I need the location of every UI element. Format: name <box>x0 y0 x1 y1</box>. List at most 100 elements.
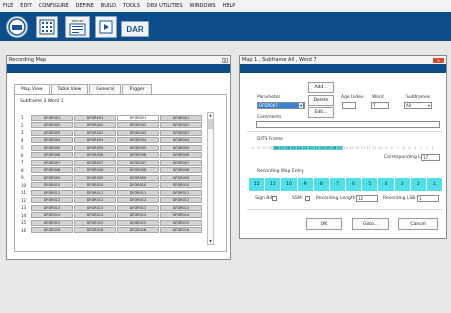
entry-bit[interactable]: 3 <box>394 178 410 191</box>
map-cell[interactable]: DFDR016 <box>74 227 116 234</box>
map-cell[interactable]: DFDR011 <box>117 189 159 196</box>
map-cell[interactable]: DFDR015 <box>117 219 159 226</box>
tab-map-view[interactable]: Map View <box>14 84 50 94</box>
map-cell[interactable]: DFDR004 <box>117 137 159 144</box>
recording-length-field[interactable]: 12 <box>356 195 378 202</box>
map-cell[interactable]: DFDR005 <box>74 144 116 151</box>
entry-bit[interactable]: 5 <box>362 178 378 191</box>
word-field[interactable]: 7 <box>371 102 389 109</box>
entry-bit[interactable]: 7 <box>329 178 346 191</box>
map-cell[interactable]: DFDR005 <box>160 144 202 151</box>
entry-bit[interactable]: 4 <box>378 178 394 191</box>
entry-bit[interactable]: 1 <box>426 178 443 191</box>
tab-general[interactable]: General <box>89 84 122 94</box>
map-cell[interactable]: DFDR012 <box>74 197 116 204</box>
map-cell[interactable]: DFDR005 <box>31 144 73 151</box>
map-cell[interactable]: DFDR011 <box>74 189 116 196</box>
map-cell[interactable]: DFDR006 <box>31 152 73 159</box>
map-cell[interactable]: DFDR008 <box>160 167 202 174</box>
scroll-thumb[interactable] <box>208 119 213 129</box>
map-cell[interactable]: DFDR015 <box>160 219 202 226</box>
menu-help[interactable]: HELP <box>223 3 236 9</box>
map-cell[interactable]: DFDR008 <box>31 167 73 174</box>
scroll-up-icon[interactable]: ▲ <box>208 113 213 118</box>
map-cell[interactable]: DFDR008 <box>74 167 116 174</box>
map-cell[interactable]: DFDR004 <box>31 137 73 144</box>
comments-field[interactable] <box>256 121 440 128</box>
map-cell[interactable]: DFDR002 <box>117 122 159 129</box>
edit-button[interactable]: Edit... <box>308 107 334 118</box>
entry-bit[interactable]: 11 <box>265 178 281 191</box>
map-cell[interactable]: DFDR009 <box>31 174 73 181</box>
map-cell[interactable]: DFDR010 <box>31 182 73 189</box>
map-cell[interactable]: DFDR002 <box>160 122 202 129</box>
map-cell[interactable]: DFDR010 <box>74 182 116 189</box>
entry-bit[interactable]: 12 <box>249 178 265 191</box>
close-icon[interactable]: ✕ <box>433 57 444 63</box>
map-cell[interactable]: DFDR007 <box>117 159 159 166</box>
report-toolbar-button[interactable]: REPORT <box>65 16 90 38</box>
age-index-field[interactable] <box>342 102 356 109</box>
map-cell[interactable]: DFDR006 <box>117 152 159 159</box>
map-cell[interactable]: DFDR012 <box>160 197 202 204</box>
map-cell[interactable]: DFDR012 <box>117 197 159 204</box>
map-cell[interactable]: DFDR015 <box>31 219 73 226</box>
menu-windows[interactable]: WINDOWS <box>190 3 216 9</box>
map-cell[interactable]: DFDR001 <box>74 114 116 121</box>
map-cell[interactable]: DFDR009 <box>74 174 116 181</box>
map-cell[interactable]: DFDR009 <box>160 174 202 181</box>
entry-bit[interactable]: 9 <box>297 178 313 191</box>
map-cell[interactable]: DFDR016 <box>31 227 73 234</box>
map-cell[interactable]: DFDR003 <box>31 129 73 136</box>
map-cell[interactable]: DFDR004 <box>74 137 116 144</box>
map-cell[interactable]: DFDR013 <box>74 204 116 211</box>
map-cell[interactable]: DFDR001 <box>117 114 159 121</box>
map-cell[interactable]: DFDR003 <box>160 129 202 136</box>
map-cell[interactable]: DFDR016 <box>117 227 159 234</box>
map-cell[interactable]: DFDR001 <box>160 114 202 121</box>
tab-table-view[interactable]: Table View <box>50 84 89 94</box>
menu-file[interactable]: FILE <box>3 3 13 9</box>
menu-build[interactable]: BUILD <box>101 3 116 9</box>
map-cell[interactable]: DFDR015 <box>74 219 116 226</box>
close-icon[interactable]: ✕ <box>222 57 228 63</box>
map-cell[interactable]: DFDR014 <box>74 212 116 219</box>
cancel-button[interactable]: Cancel <box>398 218 438 230</box>
map-cell[interactable]: DFDR004 <box>160 137 202 144</box>
menu-define[interactable]: DEFINE <box>76 3 94 9</box>
ok-button[interactable]: OK <box>306 218 342 230</box>
map-cell[interactable]: DFDR013 <box>160 204 202 211</box>
map-cell[interactable]: DFDR005 <box>117 144 159 151</box>
subframes-select[interactable]: All ▾ <box>404 102 432 109</box>
home-toolbar-button[interactable] <box>6 16 28 38</box>
map-cell[interactable]: DFDR010 <box>117 182 159 189</box>
map-cell[interactable]: DFDR003 <box>74 129 116 136</box>
map-cell[interactable]: DFDR009 <box>117 174 159 181</box>
ssm-checkbox[interactable] <box>305 196 310 201</box>
map-cell[interactable]: DFDR010 <box>160 182 202 189</box>
map-cell[interactable]: DFDR001 <box>31 114 73 121</box>
map-cell[interactable]: DFDR007 <box>160 159 202 166</box>
map-cell[interactable]: DFDR002 <box>31 122 73 129</box>
map-cell[interactable]: DFDR013 <box>31 204 73 211</box>
map-cell[interactable]: DFDR012 <box>31 197 73 204</box>
keypad-toolbar-button[interactable] <box>36 16 58 38</box>
menu-configure[interactable]: CONFIGURE <box>39 3 69 9</box>
menu-edit[interactable]: EDIT <box>20 3 32 9</box>
map-cell[interactable]: DFDR006 <box>160 152 202 159</box>
map-cell[interactable]: DFDR007 <box>74 159 116 166</box>
dar-toolbar-button[interactable]: DAR <box>121 21 149 37</box>
recording-lsb-field[interactable]: 1 <box>417 195 439 202</box>
sign-bit-checkbox[interactable] <box>272 196 277 201</box>
export-toolbar-button[interactable] <box>95 16 117 38</box>
tab-trigger[interactable]: Trigger <box>122 84 152 94</box>
map-cell[interactable]: DFDR013 <box>117 204 159 211</box>
map-cell[interactable]: DFDR011 <box>31 189 73 196</box>
map-cell[interactable]: DFDR011 <box>160 189 202 196</box>
menu-dbx-utilities[interactable]: DBX UTILITIES <box>147 3 183 9</box>
parameter-select[interactable]: DFDR007 ▾ <box>257 102 305 109</box>
map-cell[interactable]: DFDR014 <box>31 212 73 219</box>
entry-bit[interactable]: 2 <box>410 178 426 191</box>
map-cell[interactable]: DFDR006 <box>74 152 116 159</box>
entry-bit[interactable]: 8 <box>313 178 329 191</box>
